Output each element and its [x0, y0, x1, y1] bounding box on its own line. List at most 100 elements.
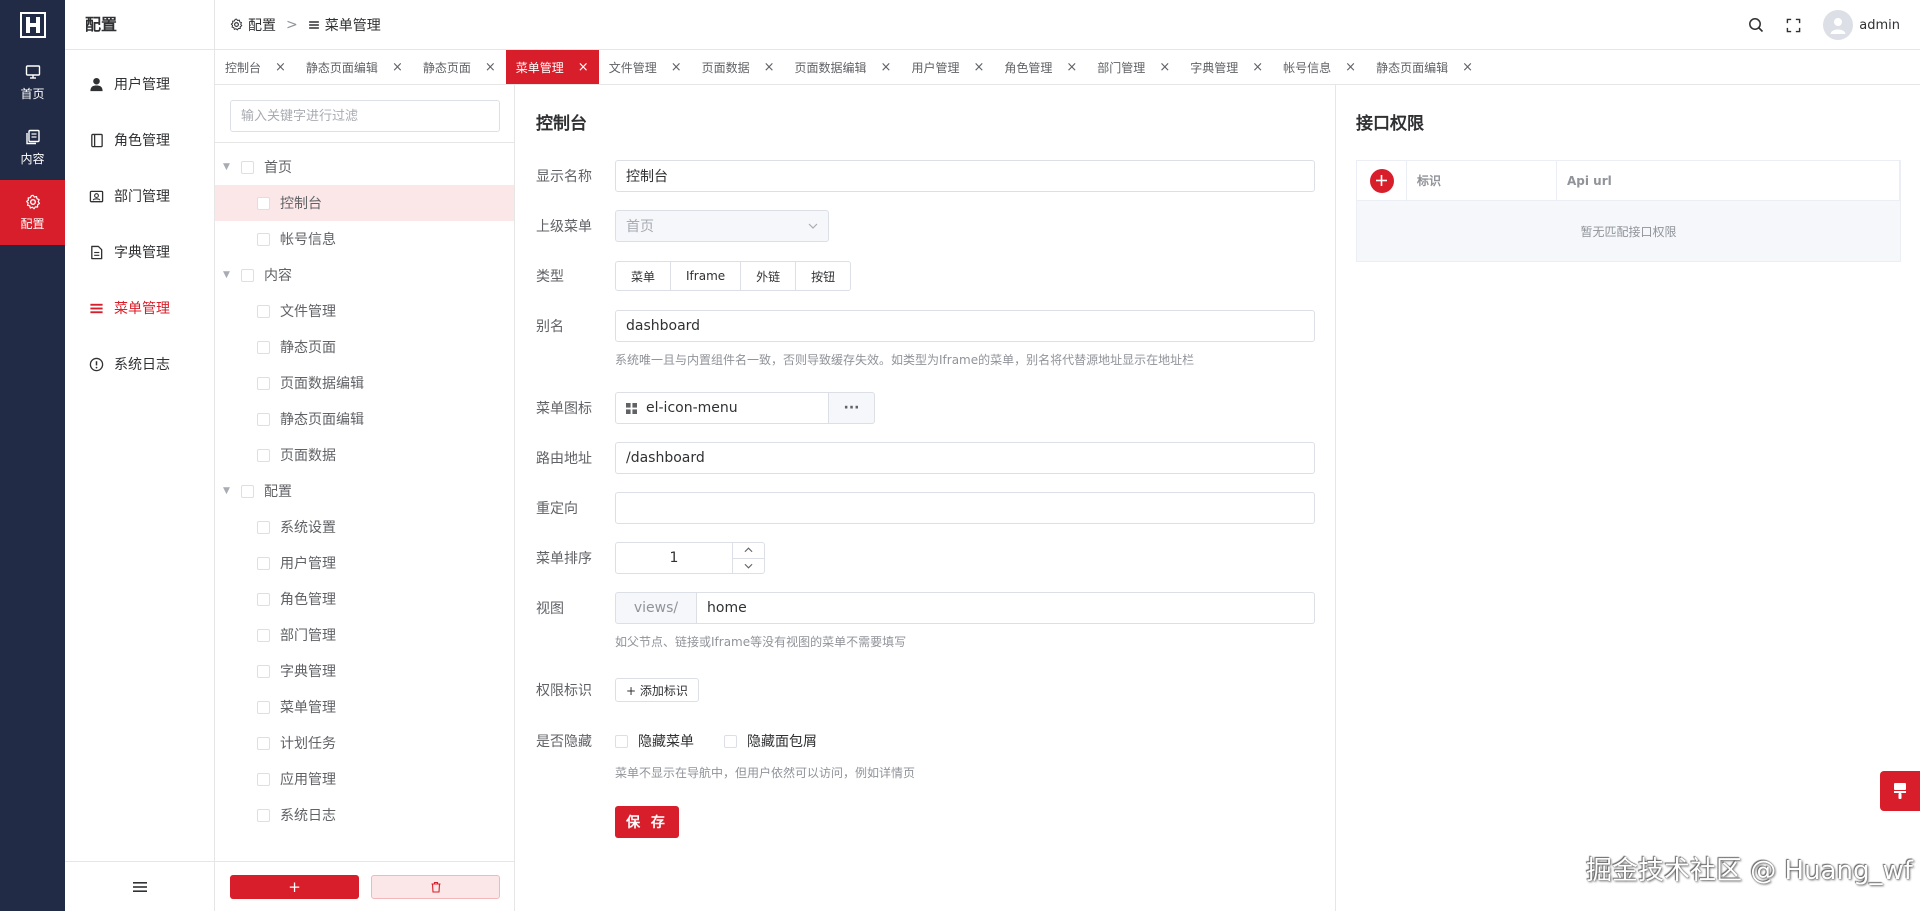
close-icon[interactable]: ×: [578, 60, 589, 75]
tree-node-checkbox[interactable]: [257, 448, 270, 462]
submenu-item-dictionary[interactable]: 字典管理: [65, 224, 214, 280]
tab-dashboard[interactable]: 控制台 ×: [215, 50, 296, 84]
save-button[interactable]: 保 存: [615, 806, 679, 838]
stepper-increase-button[interactable]: [733, 543, 764, 559]
tab-menu-management[interactable]: 菜单管理 ×: [505, 50, 599, 84]
tree-node-checkbox[interactable]: [257, 196, 270, 210]
tree-node-checkbox[interactable]: [241, 484, 254, 498]
add-api-button[interactable]: [1369, 168, 1394, 193]
delete-menu-button[interactable]: [371, 874, 500, 899]
tab-role-management[interactable]: 角色管理 ×: [994, 50, 1087, 84]
tab-user-management[interactable]: 用户管理 ×: [901, 50, 994, 84]
icon-picker-button[interactable]: ···: [829, 392, 875, 424]
submenu-item-users[interactable]: 用户管理: [65, 56, 214, 112]
tree-node-checkbox[interactable]: [257, 232, 270, 246]
checkbox-box[interactable]: [724, 734, 737, 748]
tree-node-checkbox[interactable]: [257, 664, 270, 678]
close-icon[interactable]: ×: [485, 60, 496, 75]
fullscreen-button[interactable]: [1786, 18, 1801, 33]
close-icon[interactable]: ×: [881, 60, 892, 75]
stepper-decrease-button[interactable]: [733, 559, 764, 574]
tree-node-checkbox[interactable]: [257, 304, 270, 318]
tree-node[interactable]: 静态页面: [215, 329, 514, 365]
tab-page-data-edit[interactable]: 页面数据编辑 ×: [785, 50, 902, 84]
add-menu-button[interactable]: +: [230, 874, 359, 899]
submenu-item-departments[interactable]: 部门管理: [65, 168, 214, 224]
tree-node-checkbox[interactable]: [257, 736, 270, 750]
tab-page-data[interactable]: 页面数据 ×: [692, 50, 785, 84]
type-option-iframe[interactable]: Iframe: [671, 262, 742, 290]
icon-picker-value[interactable]: el-icon-menu: [615, 392, 829, 424]
tab-static-page-edit[interactable]: 静态页面编辑 ×: [296, 50, 413, 84]
tree-node[interactable]: 帐号信息: [215, 221, 514, 257]
breadcrumb-item[interactable]: 配置: [248, 15, 276, 35]
alias-input[interactable]: dashboard: [615, 310, 1315, 342]
close-icon[interactable]: ×: [1252, 60, 1263, 75]
search-button[interactable]: [1748, 17, 1764, 33]
close-icon[interactable]: ×: [275, 60, 286, 75]
type-option-button[interactable]: 按钮: [796, 262, 850, 290]
redirect-input[interactable]: [615, 492, 1315, 524]
tree-node[interactable]: 页面数据编辑: [215, 365, 514, 401]
tree-node[interactable]: 菜单管理: [215, 689, 514, 725]
tree-filter-input[interactable]: [230, 100, 500, 132]
app-logo[interactable]: [0, 0, 65, 50]
tree-node-checkbox[interactable]: [257, 628, 270, 642]
hide-menu-checkbox[interactable]: 隐藏菜单: [615, 731, 694, 751]
tree-node-checkbox[interactable]: [241, 268, 254, 282]
tree-node[interactable]: 字典管理: [215, 653, 514, 689]
tree-node[interactable]: 用户管理: [215, 545, 514, 581]
close-icon[interactable]: ×: [1462, 60, 1473, 75]
tree-node[interactable]: 控制台: [215, 185, 514, 221]
tree-node-checkbox[interactable]: [257, 412, 270, 426]
rail-item-config[interactable]: 配置: [0, 180, 65, 245]
sort-value[interactable]: 1: [616, 543, 732, 573]
floating-tool-button[interactable]: [1880, 771, 1920, 811]
tree-node[interactable]: 角色管理: [215, 581, 514, 617]
tab-department-management[interactable]: 部门管理 ×: [1087, 50, 1180, 84]
close-icon[interactable]: ×: [392, 60, 403, 75]
tree-node-checkbox[interactable]: [257, 340, 270, 354]
submenu-item-roles[interactable]: 角色管理: [65, 112, 214, 168]
tree-node-checkbox[interactable]: [257, 592, 270, 606]
collapse-menu-button[interactable]: [65, 861, 215, 911]
tab-dictionary-management[interactable]: 字典管理 ×: [1180, 50, 1273, 84]
tree-node-checkbox[interactable]: [257, 556, 270, 570]
rail-item-content[interactable]: 内容: [0, 115, 65, 180]
tree-node[interactable]: 系统设置: [215, 509, 514, 545]
tree-node[interactable]: 计划任务: [215, 725, 514, 761]
caret-down-icon[interactable]: ▼: [223, 162, 233, 172]
close-icon[interactable]: ×: [1159, 60, 1170, 75]
submenu-item-menus[interactable]: 菜单管理: [65, 280, 214, 336]
close-icon[interactable]: ×: [973, 60, 984, 75]
type-option-menu[interactable]: 菜单: [616, 262, 672, 290]
tree-node[interactable]: 应用管理: [215, 761, 514, 797]
caret-down-icon[interactable]: ▼: [223, 486, 233, 496]
caret-down-icon[interactable]: ▼: [223, 270, 233, 280]
username[interactable]: admin: [1859, 18, 1900, 33]
avatar[interactable]: [1823, 10, 1854, 40]
tree-node[interactable]: ▼ 内容: [215, 257, 514, 293]
close-icon[interactable]: ×: [671, 60, 682, 75]
tab-static-page[interactable]: 静态页面 ×: [413, 50, 506, 84]
display-name-input[interactable]: 控制台: [615, 160, 1315, 192]
close-icon[interactable]: ×: [1345, 60, 1356, 75]
tree-node-checkbox[interactable]: [241, 160, 254, 174]
tree-node-checkbox[interactable]: [257, 808, 270, 822]
add-permission-button[interactable]: + 添加标识: [615, 678, 699, 702]
hide-breadcrumb-checkbox[interactable]: 隐藏面包屑: [724, 731, 817, 751]
tree-node-checkbox[interactable]: [257, 376, 270, 390]
tab-file-management[interactable]: 文件管理 ×: [599, 50, 692, 84]
checkbox-box[interactable]: [615, 734, 628, 748]
close-icon[interactable]: ×: [764, 60, 775, 75]
submenu-item-syslog[interactable]: 系统日志: [65, 336, 214, 392]
tree-node[interactable]: 文件管理: [215, 293, 514, 329]
tree-node[interactable]: 页面数据: [215, 437, 514, 473]
view-input[interactable]: home: [697, 592, 1315, 624]
tree-node[interactable]: 系统日志: [215, 797, 514, 833]
tree-node[interactable]: ▼ 首页: [215, 149, 514, 185]
tree-node-checkbox[interactable]: [257, 700, 270, 714]
tree-node[interactable]: 静态页面编辑: [215, 401, 514, 437]
tree-node-checkbox[interactable]: [257, 520, 270, 534]
parent-menu-select[interactable]: 首页: [615, 210, 829, 242]
